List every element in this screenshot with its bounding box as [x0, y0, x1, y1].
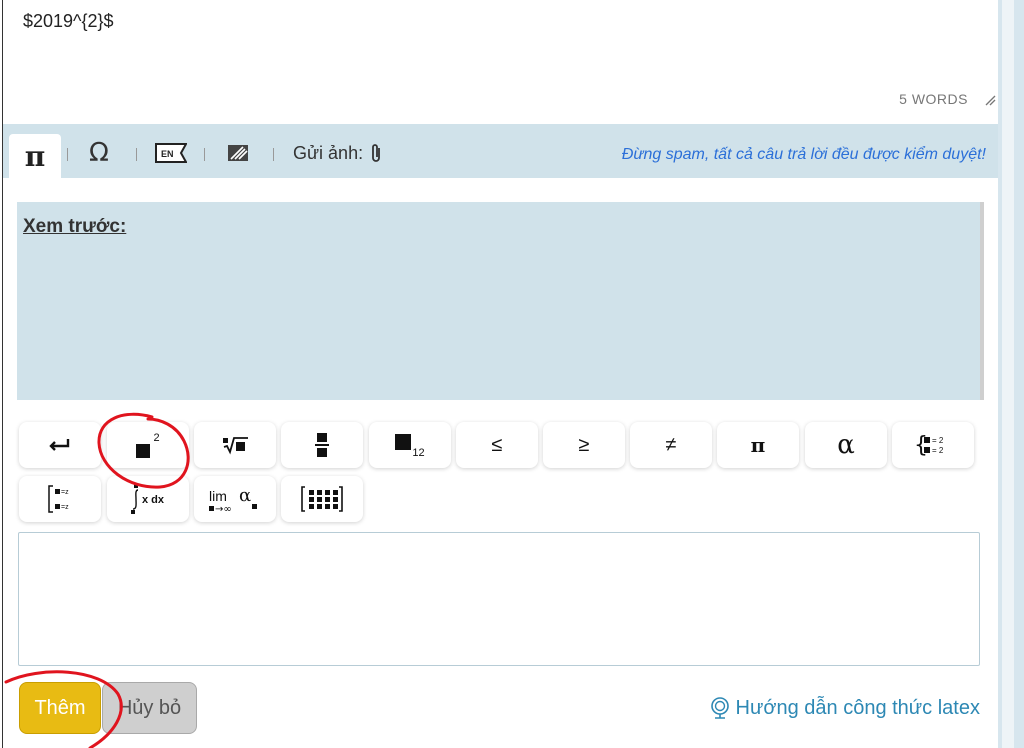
superscript-exponent: 2 — [153, 432, 160, 444]
matrix-button[interactable] — [281, 476, 363, 522]
divider — [204, 148, 205, 161]
subscript-button[interactable]: 12 — [369, 422, 451, 468]
divider — [67, 148, 68, 161]
not-equal-button[interactable]: ≠ — [630, 422, 712, 468]
word-count: 5 WORDS — [899, 91, 968, 107]
formula-input[interactable] — [18, 532, 980, 666]
return-icon — [49, 439, 70, 451]
help-globe-icon — [710, 697, 729, 719]
divider — [136, 148, 137, 161]
tab-keyboard[interactable]: EN — [155, 138, 187, 168]
latex-guide-label: Hướng dẫn công thức latex — [735, 696, 980, 719]
limit-button[interactable]: lim →∞ α — [194, 476, 276, 522]
fraction-button[interactable] — [281, 422, 363, 468]
superscript-button[interactable]: 2 — [107, 422, 189, 468]
svg-text:EN: EN — [161, 149, 174, 159]
svg-text:lim: lim — [209, 488, 227, 504]
fraction-icon — [315, 433, 329, 457]
svg-text:=z: =z — [61, 504, 69, 511]
root-button[interactable] — [194, 422, 276, 468]
tab-math-symbols[interactable]: π — [9, 134, 61, 178]
text-editor[interactable]: $2019^{2}$ — [3, 0, 998, 87]
integral-icon: x dx — [131, 484, 165, 514]
editor-content[interactable]: $2019^{2}$ — [23, 11, 114, 32]
draw-icon — [228, 145, 248, 161]
limit-icon: lim →∞ α — [209, 485, 257, 514]
matrix-icon — [301, 486, 343, 512]
svg-text:{: { — [914, 433, 928, 458]
svg-text:→∞: →∞ — [215, 504, 232, 514]
cancel-button[interactable]: Hủy bỏ — [102, 682, 197, 734]
subscript-index: 12 — [412, 447, 425, 459]
bracket-system-icon: =z =z — [48, 485, 69, 513]
paperclip-icon[interactable] — [368, 142, 384, 164]
alpha-button[interactable]: α — [805, 422, 887, 468]
less-equal-button[interactable]: ≤ — [456, 422, 538, 468]
preview-title: Xem trước: — [23, 216, 127, 237]
pi-button[interactable]: π — [717, 422, 799, 468]
scrollbar-track — [1002, 0, 1014, 748]
answer-panel: π Ω EN Gửi ảnh: Đừng spam, tất cả câu tr… — [3, 124, 998, 748]
system-equations-button[interactable]: { = 2 = 2 — [892, 422, 974, 468]
system-equations-icon: { = 2 = 2 — [914, 433, 944, 458]
newline-button[interactable] — [19, 422, 101, 468]
tab-draw[interactable] — [227, 138, 249, 168]
keyboard-icon: EN — [155, 143, 187, 163]
placeholder-box-icon — [395, 434, 412, 450]
svg-text:=z: =z — [61, 489, 69, 496]
moderation-notice: Đừng spam, tất cả câu trả lời đều được k… — [621, 146, 986, 163]
matrix-bracket-button[interactable]: =z =z — [19, 476, 101, 522]
preview-area: Xem trước: — [17, 202, 984, 400]
latex-guide-link[interactable]: Hướng dẫn công thức latex — [708, 696, 980, 720]
formula-toolbar: π Ω EN Gửi ảnh: Đừng spam, tất cả câu tr… — [3, 124, 998, 178]
send-image-control[interactable]: Gửi ảnh: — [293, 138, 384, 168]
svg-text:= 2: = 2 — [932, 446, 944, 455]
send-image-label: Gửi ảnh: — [293, 142, 364, 163]
greater-equal-button[interactable]: ≥ — [543, 422, 625, 468]
page-scrollbar[interactable] — [998, 0, 1024, 748]
placeholder-box-icon — [136, 444, 151, 458]
svg-text:x dx: x dx — [142, 494, 165, 506]
integral-button[interactable]: x dx — [107, 476, 189, 522]
svg-text:= 2: = 2 — [932, 436, 944, 445]
resize-handle-icon[interactable] — [984, 94, 996, 106]
editor-status-bar: 5 WORDS — [3, 86, 998, 124]
svg-text:α: α — [239, 485, 251, 506]
tab-special-characters[interactable]: Ω — [89, 138, 109, 168]
nth-root-icon — [223, 437, 248, 455]
submit-button[interactable]: Thêm — [19, 682, 101, 734]
divider — [273, 148, 274, 161]
